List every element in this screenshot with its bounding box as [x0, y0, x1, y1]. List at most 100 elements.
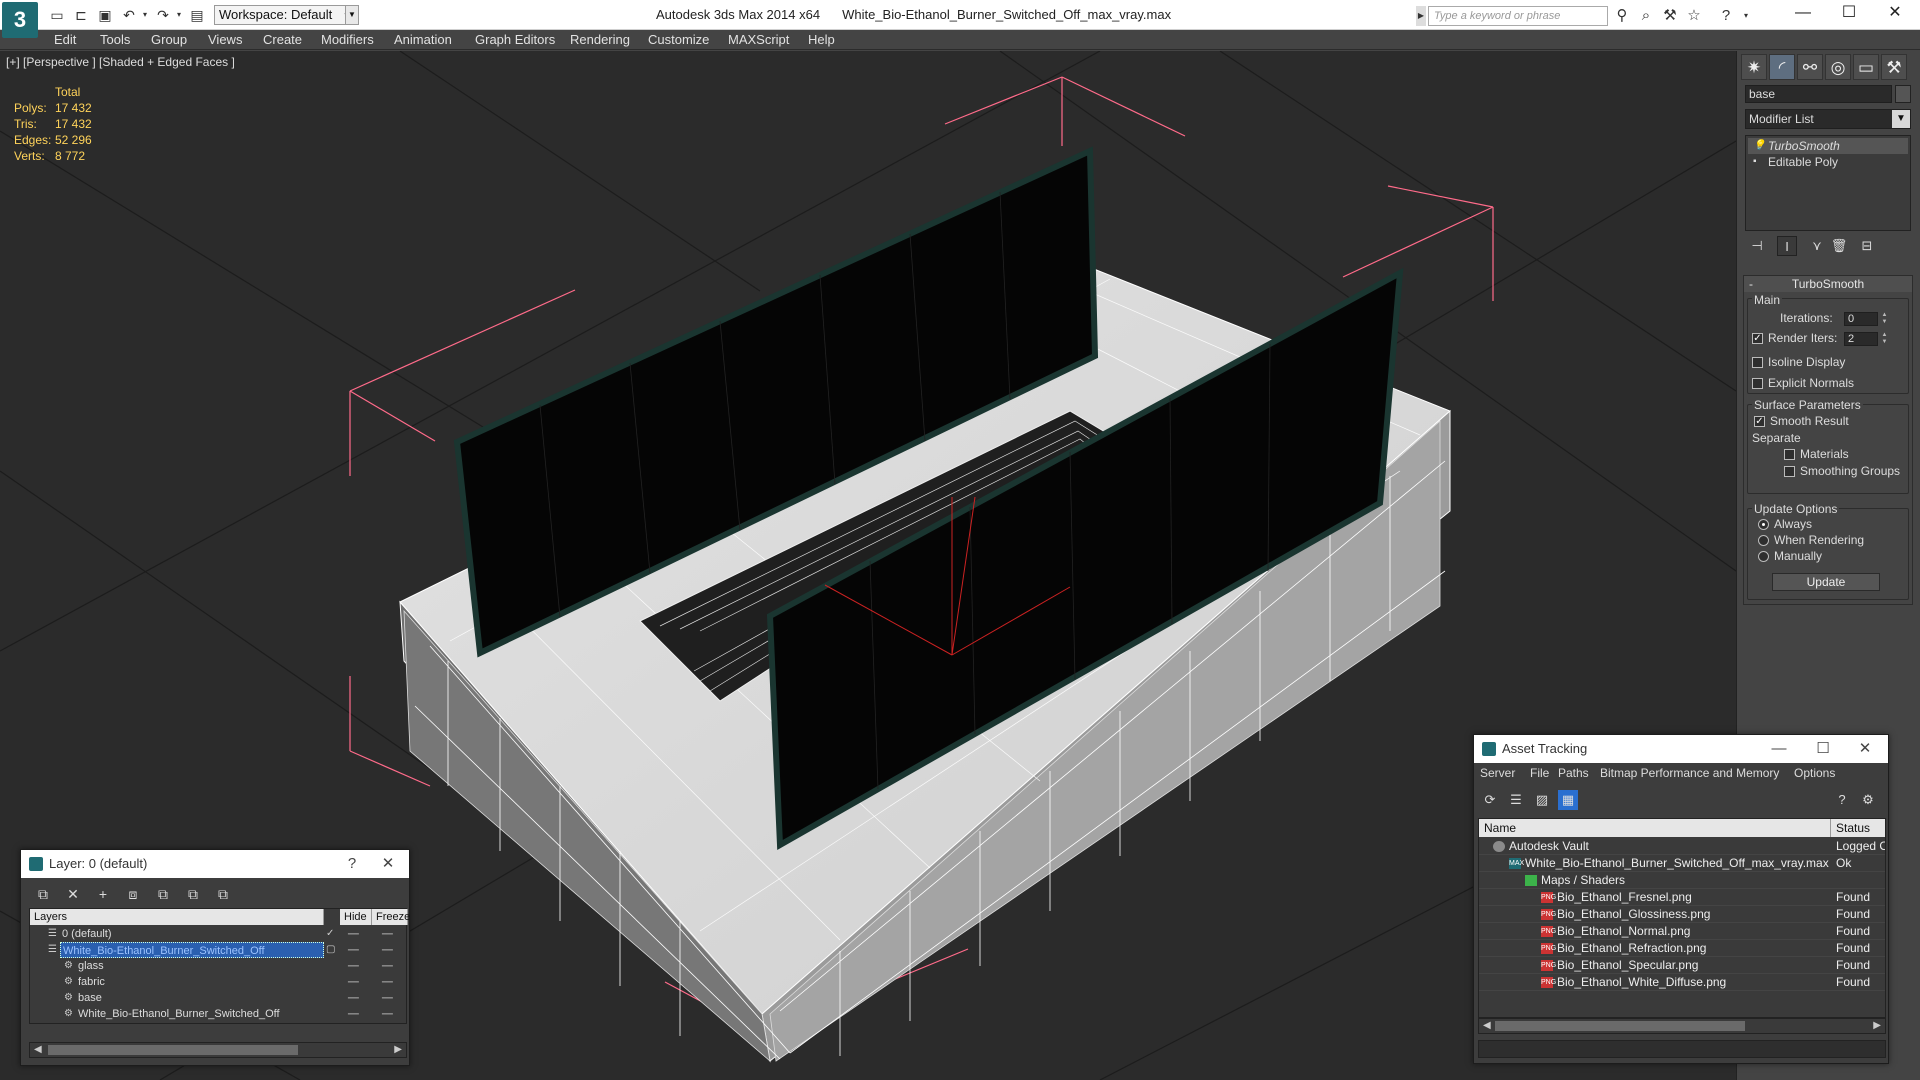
close-button[interactable]: ✕ — [371, 850, 405, 878]
asset-row[interactable]: PNG Bio_Ethanol_Specular.png Found — [1479, 957, 1885, 974]
asset-row[interactable]: Autodesk Vault Logged O — [1479, 838, 1885, 855]
save-file-icon[interactable]: ▣ — [96, 6, 114, 24]
redo-dropdown-icon[interactable]: ▾ — [170, 6, 188, 24]
table-view-icon[interactable]: ▦ — [1558, 790, 1578, 810]
spinner-arrows-icon[interactable]: ▲ ▼ — [1880, 312, 1889, 326]
menu-edit[interactable]: Edit — [54, 32, 76, 47]
freeze-toggle[interactable]: ━━ — [382, 1006, 393, 1022]
stack-item-turbosmooth[interactable]: 💡 TurboSmooth — [1748, 138, 1908, 154]
render-iters-spinner[interactable]: 2 — [1844, 332, 1878, 346]
search-expand-icon[interactable]: ▶ — [1416, 6, 1426, 26]
scroll-right-icon[interactable]: ▶ — [1873, 1019, 1881, 1033]
explicit-normals-checkbox[interactable] — [1752, 378, 1763, 389]
asset-row[interactable]: PNG Bio_Ethanol_Refraction.png Found — [1479, 940, 1885, 957]
hide-toggle[interactable]: ━━ — [348, 926, 359, 942]
binoculars-icon[interactable]: ⚲ — [1612, 6, 1632, 26]
asset-row[interactable]: PNG Bio_Ethanol_Normal.png Found — [1479, 923, 1885, 940]
configure-modifier-sets-icon[interactable]: ⊟ — [1857, 236, 1877, 256]
asset-row[interactable]: PNG Bio_Ethanol_Fresnel.png Found — [1479, 889, 1885, 906]
menu-modifiers[interactable]: Modifiers — [321, 32, 374, 47]
horizontal-scrollbar[interactable]: ◀ ▶ — [1478, 1018, 1886, 1034]
asset-row[interactable]: PNG Bio_Ethanol_Glossiness.png Found — [1479, 906, 1885, 923]
app-logo-icon[interactable]: 3 — [2, 2, 38, 38]
open-file-icon[interactable]: ⊏ — [72, 6, 90, 24]
help-dropdown-icon[interactable]: ▾ — [1736, 6, 1756, 26]
layer-row[interactable]: ☰ 0 (default) ✓ ━━ ━━ — [30, 926, 406, 942]
layer-row[interactable]: ⚙ fabric ━━ ━━ — [30, 974, 406, 990]
show-end-result-icon[interactable]: I — [1777, 236, 1797, 256]
manually-radio[interactable] — [1758, 551, 1769, 562]
menu-animation[interactable]: Animation — [394, 32, 452, 47]
layer-row[interactable]: ⚙ base ━━ ━━ — [30, 990, 406, 1006]
asset-row[interactable]: Maps / Shaders — [1479, 872, 1885, 889]
create-layer-icon[interactable]: ⧉ — [33, 884, 53, 904]
menu-rendering[interactable]: Rendering — [570, 32, 630, 47]
remove-modifier-icon[interactable]: 🗑 — [1829, 236, 1849, 256]
menu-tools[interactable]: Tools — [100, 32, 130, 47]
help-icon[interactable]: ? — [1832, 790, 1852, 810]
close-button[interactable]: ✕ — [1848, 735, 1882, 763]
project-folder-icon[interactable]: ▤ — [188, 6, 206, 24]
menu-maxscript[interactable]: MAXScript — [728, 32, 789, 47]
freeze-toggle[interactable]: ━━ — [382, 974, 393, 990]
viewport-label[interactable]: [+] [Perspective ] [Shaded + Edged Faces… — [6, 55, 235, 69]
smoothing-groups-checkbox[interactable] — [1784, 466, 1795, 477]
menu-help[interactable]: Help — [808, 32, 835, 47]
hide-toggle[interactable]: ━━ — [348, 1006, 359, 1022]
search-icon[interactable]: ⌕ — [1636, 6, 1656, 26]
layer-row[interactable]: ☰ White_Bio-Ethanol_Burner_Switched_Off … — [30, 942, 406, 958]
current-layer-box-icon[interactable]: ▢ — [326, 942, 335, 958]
menu-customize[interactable]: Customize — [648, 32, 709, 47]
scroll-right-icon[interactable]: ▶ — [394, 1043, 402, 1057]
layer-row[interactable]: ⚙ glass ━━ ━━ — [30, 958, 406, 974]
workspace-expand-icon[interactable]: ▼ — [345, 5, 359, 25]
rollout-header[interactable]: - TurboSmooth — [1744, 276, 1912, 292]
new-file-icon[interactable]: ▭ — [48, 6, 66, 24]
layers-column-header[interactable]: Layers — [30, 909, 324, 925]
hierarchy-tab-icon[interactable]: ⚯ — [1797, 54, 1823, 80]
menu-server[interactable]: Server — [1480, 766, 1515, 780]
maximize-button[interactable]: ☐ — [1806, 735, 1840, 763]
create-tab-icon[interactable]: ✷ — [1741, 54, 1767, 80]
settings-icon[interactable]: ⚙ — [1858, 790, 1878, 810]
horizontal-scrollbar[interactable]: ◀ ▶ — [29, 1042, 407, 1058]
help-button[interactable]: ? — [335, 850, 369, 878]
highlight-layer-icon[interactable]: ⧉ — [153, 884, 173, 904]
hide-toggle[interactable]: ━━ — [348, 958, 359, 974]
delete-layer-icon[interactable]: ✕ — [63, 884, 83, 904]
freeze-all-layers-icon[interactable]: ⧉ — [213, 884, 233, 904]
select-in-layer-icon[interactable]: ⧈ — [123, 884, 143, 904]
isoline-display-checkbox[interactable] — [1752, 357, 1763, 368]
layer-row[interactable]: ⚙ White_Bio-Ethanol_Burner_Switched_Off … — [30, 1006, 406, 1022]
stack-item-editable-poly[interactable]: ▪ Editable Poly — [1748, 154, 1908, 170]
layer-window-titlebar[interactable]: Layer: 0 (default) ? ✕ — [21, 850, 409, 878]
menu-paths[interactable]: Paths — [1558, 766, 1589, 780]
menu-bitmap-performance[interactable]: Bitmap Performance and Memory — [1600, 766, 1779, 780]
iterations-spinner[interactable]: 0 — [1844, 312, 1878, 326]
hide-toggle[interactable]: ━━ — [348, 974, 359, 990]
scroll-left-icon[interactable]: ◀ — [1483, 1019, 1491, 1033]
hide-column-header[interactable]: Hide — [340, 909, 372, 925]
hide-toggle[interactable]: ━━ — [348, 942, 359, 958]
utilities-tab-icon[interactable]: ⚒ — [1881, 54, 1907, 80]
minimize-button[interactable]: — — [1780, 0, 1826, 28]
materials-checkbox[interactable] — [1784, 449, 1795, 460]
object-color-swatch[interactable] — [1895, 85, 1911, 103]
freeze-toggle[interactable]: ━━ — [382, 990, 393, 1006]
expand-plus-icon[interactable]: ▪ — [1753, 154, 1757, 170]
modifier-list-dropdown[interactable]: Modifier List ▼ — [1745, 109, 1911, 129]
list-view-icon[interactable]: ☰ — [1506, 790, 1526, 810]
modify-tab-icon[interactable]: ◜ — [1769, 54, 1795, 80]
freeze-toggle[interactable]: ━━ — [382, 926, 393, 942]
favorites-star-icon[interactable]: ☆ — [1684, 6, 1704, 26]
object-name-field[interactable]: base — [1745, 85, 1892, 103]
thumbnail-view-icon[interactable]: ▨ — [1532, 790, 1552, 810]
asset-row[interactable]: PNG Bio_Ethanol_White_Diffuse.png Found — [1479, 974, 1885, 991]
status-column-header[interactable]: Status — [1831, 819, 1885, 837]
hide-toggle[interactable]: ━━ — [348, 990, 359, 1006]
scrollbar-thumb[interactable] — [48, 1045, 298, 1055]
maximize-button[interactable]: ☐ — [1826, 0, 1872, 28]
scrollbar-thumb[interactable] — [1495, 1021, 1745, 1031]
freeze-toggle[interactable]: ━━ — [382, 958, 393, 974]
search-input[interactable]: Type a keyword or phrase — [1428, 6, 1608, 26]
